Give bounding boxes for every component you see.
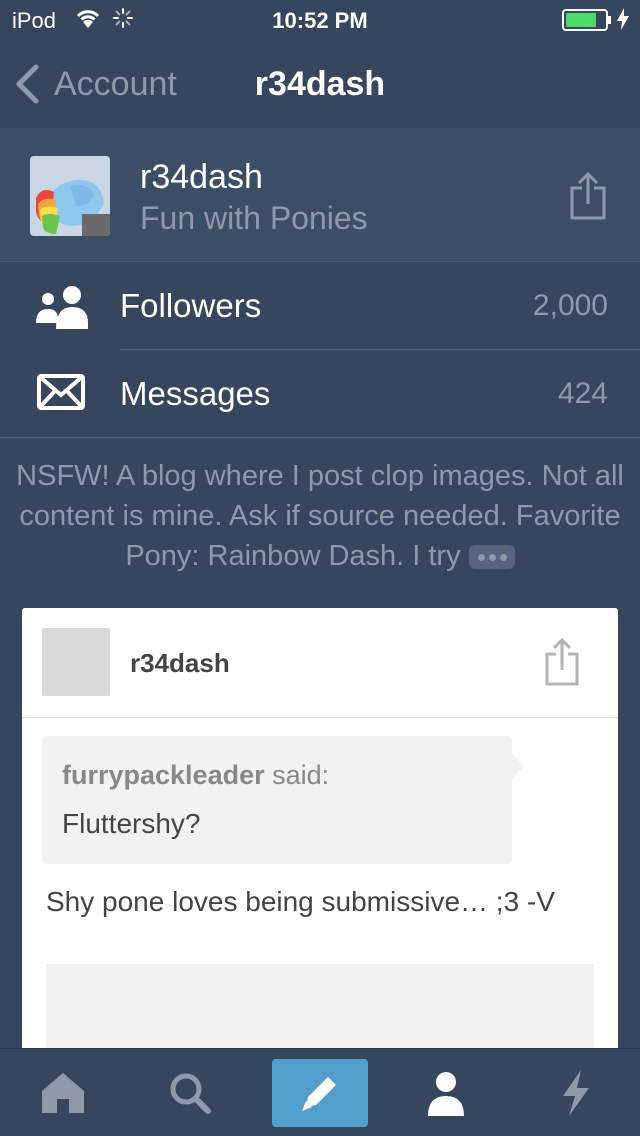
envelope-icon [37,374,85,410]
home-icon [42,1073,84,1113]
share-icon[interactable] [568,172,608,220]
asker-name[interactable]: furrypackleader [62,760,265,790]
post-blog-name[interactable]: r34dash [130,648,230,679]
question-text: Fluttershy? [62,808,201,839]
answer-text: Shy pone loves being submissive… ;3 -V [46,886,555,917]
post-header: r34dash [22,608,618,718]
followers-count: 2,000 [532,289,608,322]
post-card: r34dash furrypackleader said: Fluttershy… [22,608,618,1058]
avatar-image [30,156,110,236]
row-divider [120,349,640,350]
blog-description: Fun with Ponies [140,200,368,236]
messages-row[interactable]: Messages 424 [0,351,640,438]
compose-icon [302,1077,336,1111]
bio-text: NSFW! A blog where I post clop images. N… [16,460,624,572]
blog-avatar[interactable] [30,156,110,236]
status-time: 10:52 PM [272,8,368,33]
asker-line: furrypackleader said: [62,760,329,791]
tab-activity[interactable] [528,1049,624,1136]
account-icon [428,1072,464,1116]
ask-bubble: furrypackleader said: Fluttershy? [42,736,524,864]
nav-bar: Account r34dash [0,40,640,128]
tab-bar [0,1048,640,1136]
followers-label: Followers [120,287,262,324]
followers-row[interactable]: Followers 2,000 [0,263,640,350]
activity-icon [563,1070,589,1116]
post-avatar[interactable] [42,628,110,696]
share-icon[interactable] [544,638,580,686]
blog-bio: NSFW! A blog where I post clop images. N… [0,456,640,576]
messages-count: 424 [557,377,608,410]
tab-home[interactable] [15,1049,111,1136]
charging-bolt-icon [617,8,629,30]
more-button[interactable] [468,545,515,570]
status-bar: iPod 10:52 PM [0,0,640,40]
followers-icon [36,286,88,329]
messages-label: Messages [120,375,271,412]
said-label: said: [272,760,330,790]
tab-compose[interactable] [272,1059,368,1127]
blog-header: r34dash Fun with Ponies [0,128,640,262]
tab-account[interactable] [398,1049,494,1136]
tab-search[interactable] [142,1049,238,1136]
page-title: r34dash [254,65,386,103]
battery-icon [562,9,611,31]
blog-name: r34dash [140,158,263,196]
search-icon [170,1073,211,1114]
post-image[interactable] [46,964,594,1058]
